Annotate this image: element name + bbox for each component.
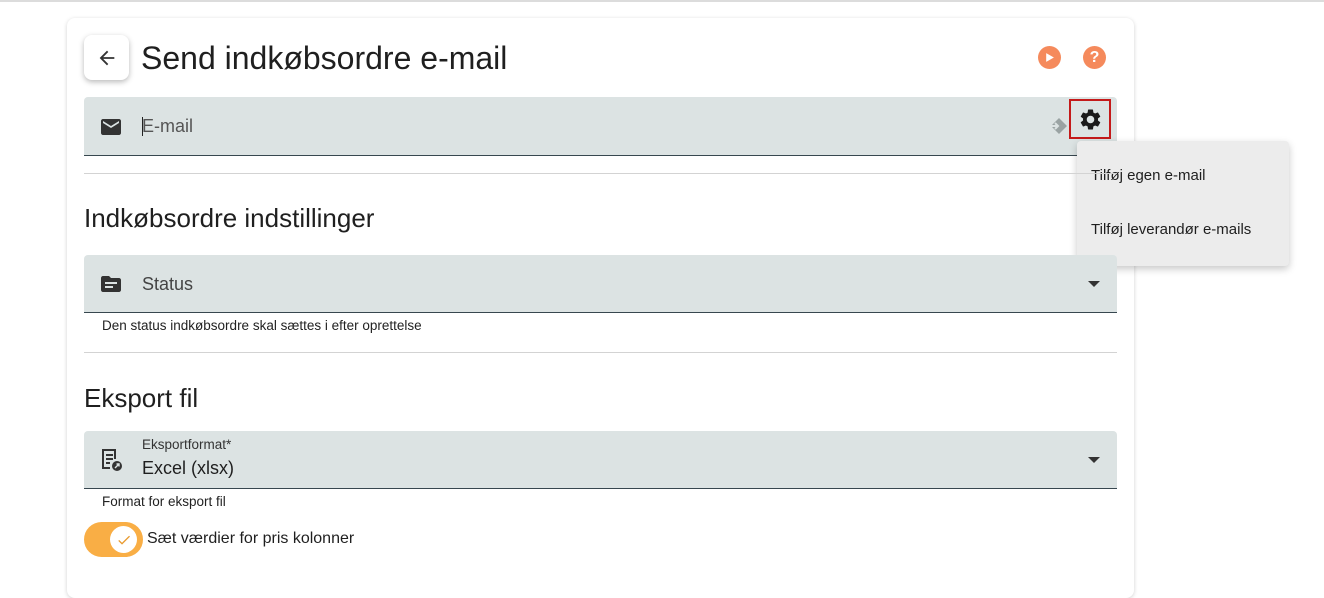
email-settings-menu: Tilføj egen e-mail Tilføj leverandør e-m… bbox=[1077, 141, 1289, 266]
back-arrow-icon bbox=[99, 50, 114, 65]
status-label: Status bbox=[142, 274, 194, 294]
play-button[interactable] bbox=[1038, 46, 1061, 69]
price-columns-toggle-label[interactable]: Sæt værdier for pris kolonner bbox=[147, 530, 354, 548]
chevron-down-icon bbox=[1088, 457, 1100, 463]
export-title: Eksport fil bbox=[84, 383, 199, 413]
menu-item-add-supplier-emails[interactable]: Tilføj leverandør e-mails bbox=[1091, 221, 1251, 238]
email-settings-button[interactable] bbox=[1069, 99, 1111, 139]
toggle-knob bbox=[110, 526, 137, 553]
dynamic-value-icon[interactable] bbox=[1048, 116, 1070, 136]
export-format-hint: Format for eksport fil bbox=[102, 494, 226, 509]
status-select[interactable]: Status bbox=[84, 255, 1117, 313]
status-hint: Den status indkøbsordre skal sættes i ef… bbox=[102, 318, 422, 333]
top-border bbox=[0, 0, 1324, 2]
help-icon: ? bbox=[1089, 48, 1100, 66]
play-icon bbox=[1046, 53, 1054, 62]
order-settings-title: Indkøbsordre indstillinger bbox=[84, 203, 375, 233]
export-format-value: Excel (xlsx) bbox=[142, 458, 235, 478]
gear-icon bbox=[1080, 109, 1100, 129]
folder-icon bbox=[101, 276, 121, 292]
section-divider bbox=[84, 173, 1117, 174]
section-divider bbox=[84, 352, 1117, 353]
help-button[interactable]: ? bbox=[1083, 46, 1106, 69]
export-format-label: Eksportformat* bbox=[142, 437, 232, 452]
chevron-down-icon bbox=[1088, 281, 1100, 287]
export-file-icon bbox=[102, 449, 122, 471]
page-title: Send indkøbsordre e-mail bbox=[141, 40, 508, 76]
menu-item-add-own-email[interactable]: Tilføj egen e-mail bbox=[1091, 167, 1205, 184]
check-icon bbox=[117, 535, 130, 545]
email-input-placeholder[interactable]: E-mail bbox=[142, 116, 193, 137]
email-field[interactable]: E-mail bbox=[84, 97, 1117, 156]
back-button[interactable] bbox=[84, 35, 129, 80]
mail-icon bbox=[101, 119, 121, 135]
export-format-select[interactable]: Eksportformat* Excel (xlsx) bbox=[84, 431, 1117, 489]
price-columns-toggle[interactable] bbox=[84, 522, 143, 557]
